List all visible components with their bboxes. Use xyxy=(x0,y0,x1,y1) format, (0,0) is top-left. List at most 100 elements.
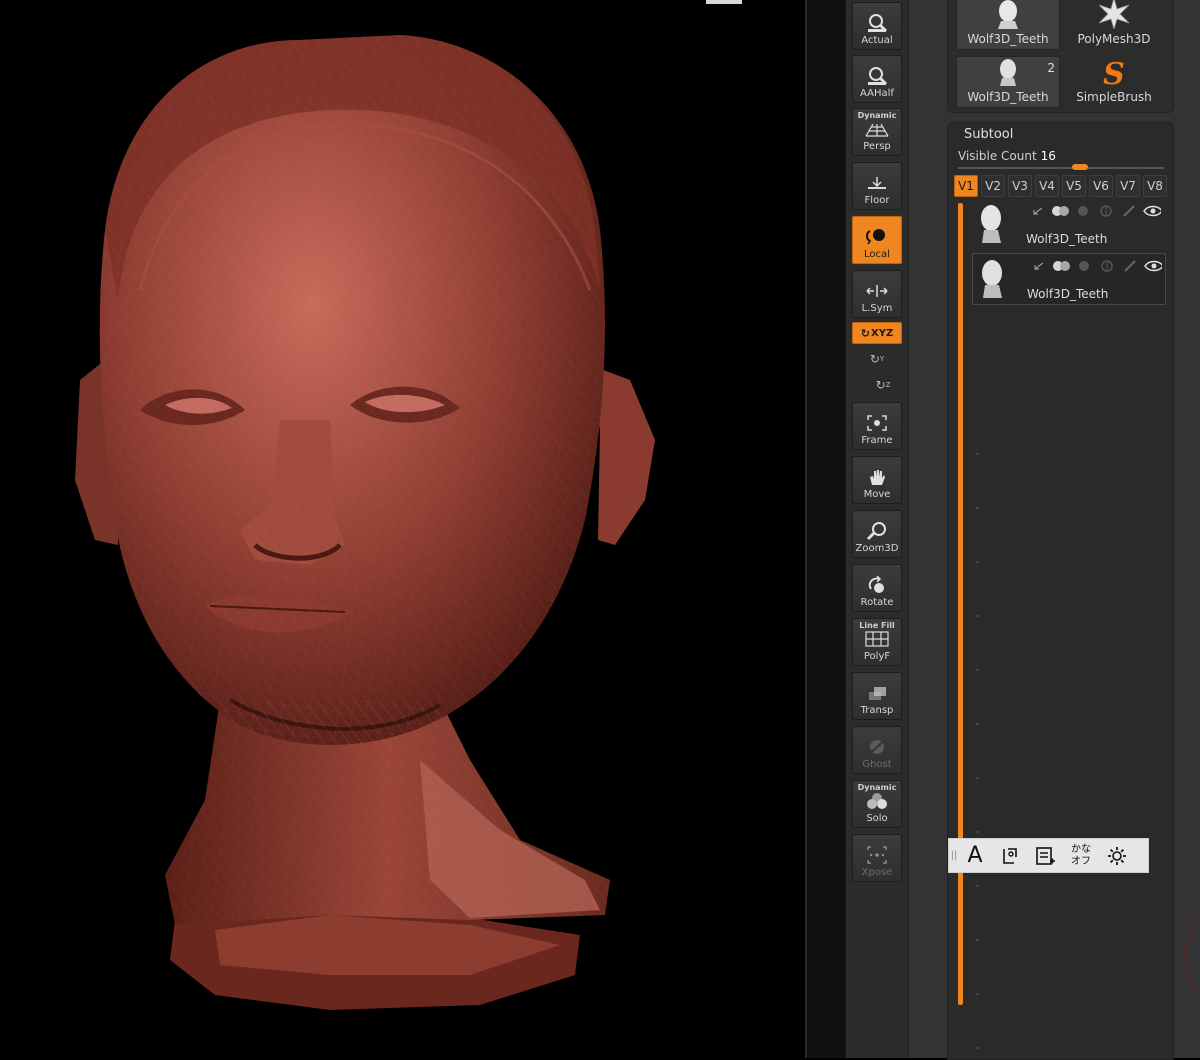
xyz-rotation-button[interactable]: ↻ XYZ xyxy=(852,322,902,344)
tab-v1[interactable]: V1 xyxy=(954,175,978,197)
xyz-label: XYZ xyxy=(871,327,894,339)
polyframe-icon xyxy=(864,628,890,650)
tab-v4[interactable]: V4 xyxy=(1035,175,1059,197)
zoom3d-icon xyxy=(864,520,890,542)
tool-thumbnails: Wolf3D_Teeth PolyMesh3D 2 Wolf3D_Teeth S… xyxy=(947,0,1174,113)
polyf-label: PolyF xyxy=(863,651,891,662)
ime-kana-line1: かな xyxy=(1071,843,1091,855)
rotate-label: Rotate xyxy=(860,597,894,608)
tab-v2[interactable]: V2 xyxy=(981,175,1005,197)
right-shelf: Actual AAHalf Dynamic Persp Floor Local … xyxy=(845,0,917,1058)
solo-label: Solo xyxy=(866,813,888,824)
polypaint-toggle-icon[interactable] xyxy=(1051,205,1069,217)
y-axis-label: Y xyxy=(879,355,885,363)
actual-label: Actual xyxy=(861,35,893,46)
move-button[interactable]: Move xyxy=(852,456,902,504)
subtool-list-empty-slots xyxy=(976,453,979,1053)
visible-count-label: Visible Count 16 xyxy=(958,149,1056,163)
lsym-label: L.Sym xyxy=(861,303,893,314)
actual-button[interactable]: Actual xyxy=(852,2,902,50)
floor-label: Floor xyxy=(864,195,890,206)
aahalf-label: AAHalf xyxy=(860,88,894,99)
subtool-item-name: Wolf3D_Teeth xyxy=(1027,287,1109,301)
floor-button[interactable]: Floor xyxy=(852,162,902,210)
head-thumb-icon xyxy=(993,0,1023,32)
solo-dynamic-label: Dynamic xyxy=(857,783,897,792)
material-toggle-icon[interactable] xyxy=(1075,260,1093,272)
visible-count-slider-knob[interactable] xyxy=(1072,164,1088,170)
tool-thumb-polymesh3d[interactable]: PolyMesh3D xyxy=(1062,0,1166,50)
subtool-palette: Subtool Visible Count 16 V1 V2 V3 V4 V5 V… xyxy=(947,122,1174,1060)
ime-pad-icon[interactable] xyxy=(991,838,1027,873)
tab-v3[interactable]: V3 xyxy=(1008,175,1032,197)
local-symmetry-icon xyxy=(864,226,890,248)
aahalf-button[interactable]: AAHalf xyxy=(852,55,902,103)
ghost-button[interactable]: Ghost xyxy=(852,726,902,774)
dynamic-toggle-icon[interactable] xyxy=(1098,260,1116,272)
material-toggle-icon[interactable] xyxy=(1074,205,1092,217)
tab-v6[interactable]: V6 xyxy=(1089,175,1113,197)
local-button[interactable]: Local xyxy=(852,216,902,264)
tool-thumb-label: SimpleBrush xyxy=(1076,90,1152,104)
polymesh-star-icon xyxy=(1097,0,1131,32)
right-shelf-gutter xyxy=(807,0,845,1058)
subtool-item-toggles xyxy=(1029,258,1162,274)
persp-dynamic-label: Dynamic xyxy=(857,111,897,120)
z-rotation-button[interactable]: ↻ Z xyxy=(874,376,892,394)
ime-kana-toggle-button[interactable]: かな オフ xyxy=(1063,838,1099,873)
ime-settings-gear-icon[interactable] xyxy=(1099,838,1135,873)
polyf-button[interactable]: Line Fill PolyF xyxy=(852,618,902,666)
tool-thumb-label: Wolf3D_Teeth xyxy=(967,90,1049,104)
eye-visibility-icon[interactable] xyxy=(1143,205,1161,217)
frame-button[interactable]: Frame xyxy=(852,402,902,450)
floor-icon xyxy=(864,172,890,194)
subtool-title[interactable]: Subtool xyxy=(964,127,1013,142)
arrow-in-icon[interactable] xyxy=(1029,260,1047,272)
lsym-button[interactable]: L.Sym xyxy=(852,270,902,318)
ghost-icon xyxy=(864,736,890,758)
z-axis-label: Z xyxy=(885,381,891,389)
perspective-grid-icon xyxy=(864,118,890,140)
tool-thumb-simplebrush[interactable]: S SimpleBrush xyxy=(1062,56,1166,108)
brush-toggle-icon[interactable] xyxy=(1120,205,1138,217)
arrow-in-icon[interactable] xyxy=(1028,205,1046,217)
polyf-linefill-label: Line Fill xyxy=(859,621,895,630)
dynamic-toggle-icon[interactable] xyxy=(1097,205,1115,217)
subtool-item[interactable]: Wolf3D_Teeth xyxy=(972,199,1166,251)
subtool-item-selected[interactable]: Wolf3D_Teeth xyxy=(972,253,1166,305)
tool-thumb-wolf3d-teeth-2[interactable]: 2 Wolf3D_Teeth xyxy=(956,56,1060,108)
visible-count-text: Visible Count xyxy=(958,149,1037,163)
tab-v8[interactable]: V8 xyxy=(1143,175,1167,197)
transp-button[interactable]: Transp xyxy=(852,672,902,720)
ime-grip-icon[interactable]: || xyxy=(949,839,959,872)
tool-thumb-label: PolyMesh3D xyxy=(1077,32,1151,46)
eye-visibility-icon[interactable] xyxy=(1144,260,1162,272)
xpose-button[interactable]: Xpose xyxy=(852,834,902,882)
solo-button[interactable]: Dynamic Solo xyxy=(852,780,902,828)
rotate-button[interactable]: Rotate xyxy=(852,564,902,612)
polypaint-toggle-icon[interactable] xyxy=(1052,260,1070,272)
transp-label: Transp xyxy=(860,705,894,716)
zoom3d-button[interactable]: Zoom3D xyxy=(852,510,902,558)
subtool-head-thumb-icon xyxy=(977,258,1007,298)
actual-zoom-icon xyxy=(864,12,890,34)
persp-button[interactable]: Dynamic Persp xyxy=(852,108,902,156)
y-rotation-button[interactable]: ↻ Y xyxy=(868,350,886,368)
simplebrush-s-icon: S xyxy=(1103,57,1125,92)
frame-icon xyxy=(864,412,890,434)
brush-toggle-icon[interactable] xyxy=(1121,260,1139,272)
ime-input-mode-button[interactable]: A xyxy=(959,838,991,873)
tool-thumb-wolf3d-teeth[interactable]: Wolf3D_Teeth xyxy=(956,0,1060,50)
visible-count-value: 16 xyxy=(1040,149,1056,163)
subtool-list-scrollbar[interactable] xyxy=(958,203,963,1005)
visible-count-slider[interactable] xyxy=(958,167,1164,169)
subtool-head-thumb-icon xyxy=(976,203,1006,243)
viewport-top-marker xyxy=(706,0,742,4)
ime-dictionary-icon[interactable] xyxy=(1027,838,1063,873)
move-hand-icon xyxy=(864,466,890,488)
tab-v7[interactable]: V7 xyxy=(1116,175,1140,197)
head-thumb-icon xyxy=(993,57,1023,90)
3d-viewport[interactable] xyxy=(0,0,805,1058)
xpose-icon xyxy=(864,844,890,866)
tab-v5[interactable]: V5 xyxy=(1062,175,1086,197)
